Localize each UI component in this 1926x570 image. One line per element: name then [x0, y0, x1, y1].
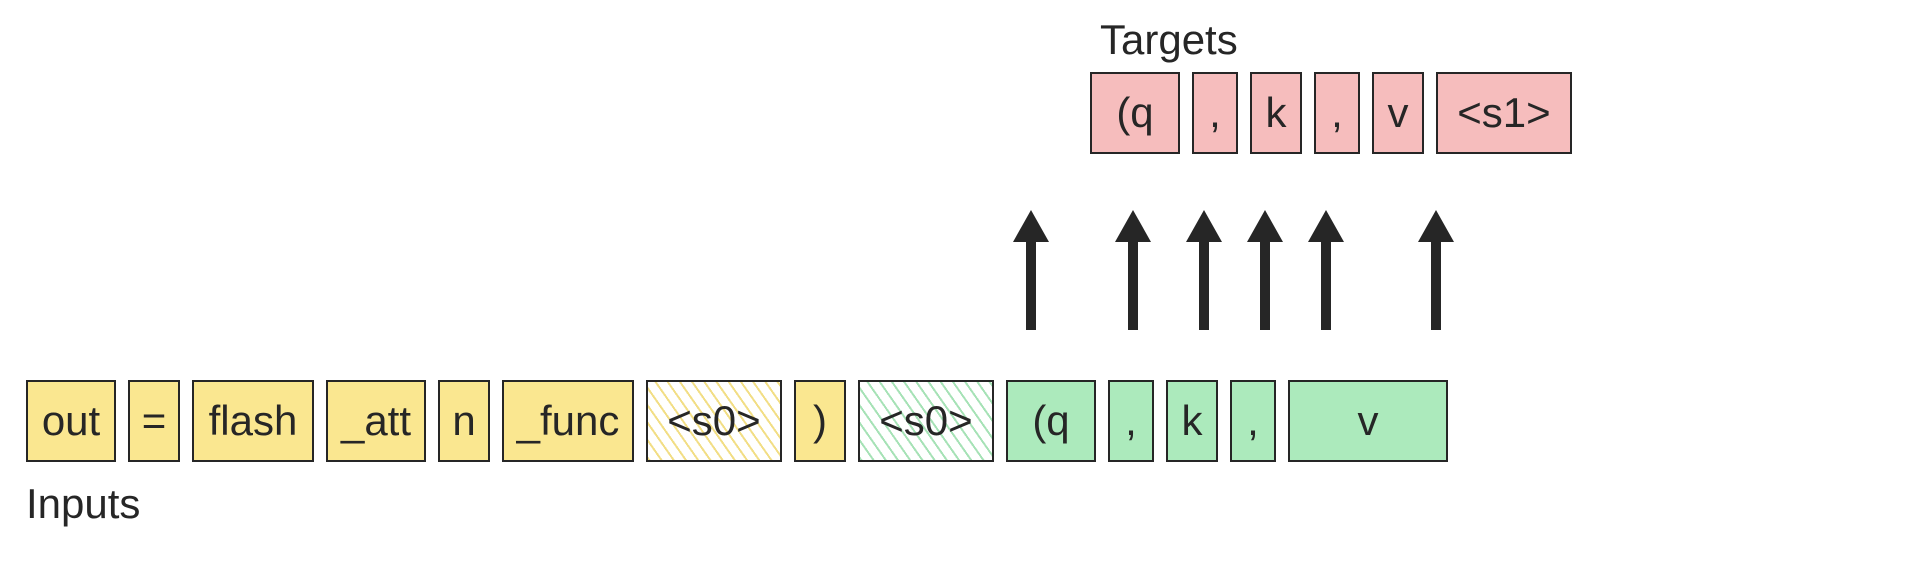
target-token: v — [1372, 72, 1424, 154]
prediction-arrow-icon — [1416, 210, 1456, 330]
target-token: k — [1250, 72, 1302, 154]
prediction-arrow-icon — [1011, 210, 1051, 330]
target-token: (q — [1090, 72, 1180, 154]
input-token: _att — [326, 380, 426, 462]
input-token: out — [26, 380, 116, 462]
input-token: = — [128, 380, 180, 462]
target-token: , — [1314, 72, 1360, 154]
input-token: (q — [1006, 380, 1096, 462]
input-token: flash — [192, 380, 314, 462]
input-token: , — [1108, 380, 1154, 462]
targets-row: (q,k,v<s1> — [1090, 72, 1572, 154]
input-token: _func — [502, 380, 634, 462]
prediction-arrow-icon — [1306, 210, 1346, 330]
prediction-arrow-icon — [1184, 210, 1224, 330]
inputs-label: Inputs — [26, 480, 140, 528]
input-token: v — [1288, 380, 1448, 462]
target-token: <s1> — [1436, 72, 1572, 154]
target-token: , — [1192, 72, 1238, 154]
inputs-row: out=flash_attn_func<s0>)<s0>(q,k,v — [26, 380, 1448, 462]
targets-label: Targets — [1100, 16, 1238, 64]
input-token: k — [1166, 380, 1218, 462]
input-token: n — [438, 380, 490, 462]
prediction-arrow-icon — [1245, 210, 1285, 330]
input-token: , — [1230, 380, 1276, 462]
token-prediction-diagram: Targets (q,k,v<s1> out=flash_attn_func<s… — [0, 0, 1926, 570]
prediction-arrow-icon — [1113, 210, 1153, 330]
input-token: <s0> — [646, 380, 782, 462]
input-token: ) — [794, 380, 846, 462]
input-token: <s0> — [858, 380, 994, 462]
